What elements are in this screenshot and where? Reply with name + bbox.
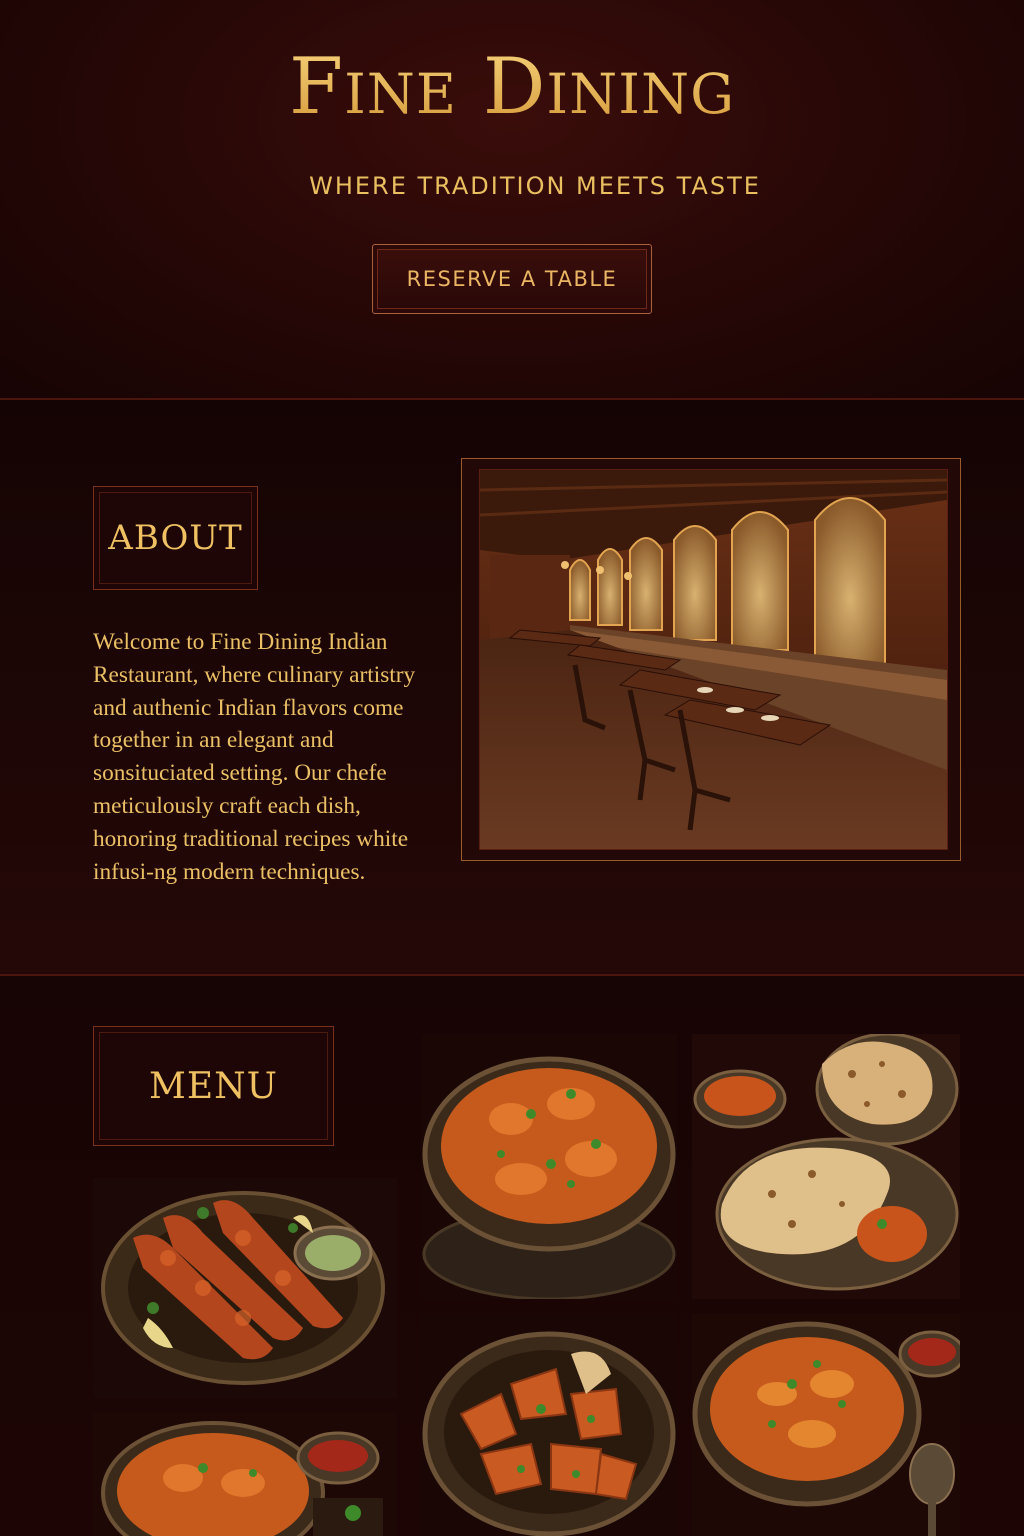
restaurant-interior-frame bbox=[461, 458, 961, 861]
pakora-bowl-image[interactable] bbox=[421, 1314, 677, 1536]
about-heading: ABOUT bbox=[93, 486, 258, 590]
curry-bowl-image[interactable] bbox=[692, 1314, 960, 1536]
reserve-table-button[interactable]: RESERVE A TABLE bbox=[372, 244, 652, 314]
curry-bowl-image[interactable] bbox=[93, 1413, 397, 1536]
site-title: Fine Dining bbox=[0, 42, 1024, 132]
menu-section: MENU bbox=[0, 976, 1024, 1536]
tagline: WHERE TRADITION MEETS TASTE bbox=[309, 172, 761, 200]
about-section: ABOUT Welcome to Fine Dining Indian Rest… bbox=[0, 400, 1024, 976]
about-description: Welcome to Fine Dining Indian Restaurant… bbox=[93, 629, 416, 885]
kebab-skewers-image[interactable] bbox=[93, 1178, 397, 1398]
menu-heading: MENU bbox=[93, 1026, 334, 1146]
curry-bowl-image[interactable] bbox=[421, 1034, 677, 1299]
restaurant-interior-image bbox=[479, 469, 948, 850]
naan-and-curry-image[interactable] bbox=[692, 1034, 960, 1299]
hero-section: Fine Dining WHERE TRADITION MEETS TASTE … bbox=[0, 0, 1024, 400]
